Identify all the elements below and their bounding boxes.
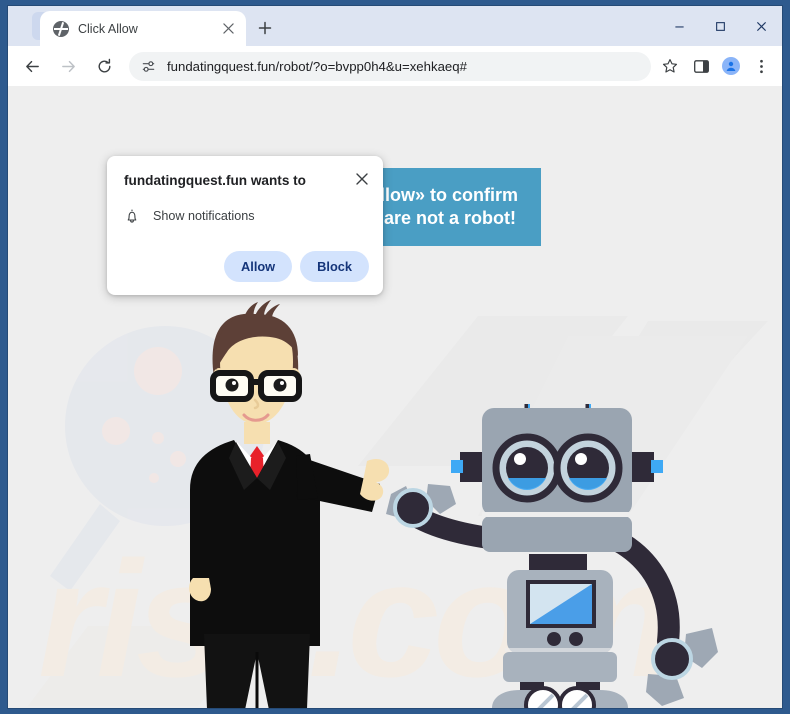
minimize-icon [675,25,684,28]
close-icon [356,173,368,185]
maximize-button[interactable] [700,6,741,46]
browser-menu-button[interactable] [746,51,776,81]
close-icon [756,21,767,31]
side-panel-icon [693,59,709,73]
cta-banner: Click «Allow» to confirm that you are no… [309,168,541,246]
three-dots-icon [759,59,763,73]
avatar [722,57,740,75]
notification-permission-dialog: fundatingquest.fun wants to Show notific… [107,156,383,295]
close-window-button[interactable] [741,6,782,46]
minimize-button[interactable] [659,6,700,46]
forward-button[interactable] [53,51,83,81]
new-tab-button[interactable] [252,15,278,41]
permission-label: Show notifications [153,209,255,223]
browser-tab[interactable]: Click Allow [40,11,246,46]
site-settings-icon[interactable] [136,54,161,79]
person-icon [726,61,736,71]
plus-icon [258,21,272,35]
back-button[interactable] [17,51,47,81]
permission-row: Show notifications [124,208,255,224]
bookmark-button[interactable] [657,53,683,79]
browser-toolbar: fundatingquest.fun/robot/?o=bvpp0h4&u=xe… [8,46,782,86]
reload-button[interactable] [89,51,119,81]
arrow-right-icon [61,60,75,72]
allow-button[interactable]: Allow [224,251,293,282]
block-button[interactable]: Block [300,251,369,282]
address-bar[interactable]: fundatingquest.fun/robot/?o=bvpp0h4&u=xe… [129,51,651,81]
sliders-icon [142,60,155,72]
close-icon [222,23,234,34]
globe-icon [53,20,69,37]
tab-title: Click Allow [78,21,138,36]
window-controls [659,6,782,46]
permission-actions: Allow Block [224,251,369,282]
close-tab-button[interactable] [218,19,238,39]
tab-strip: Click Allow [8,6,782,46]
url-text: fundatingquest.fun/robot/?o=bvpp0h4&u=xe… [167,58,467,74]
side-panel-button[interactable] [686,51,716,81]
page-viewport: risk.com «Allow» to confirm are not a ro… [8,86,782,708]
arrow-left-icon [25,60,39,72]
bell-icon [127,209,137,223]
profile-button[interactable] [716,51,746,81]
permission-dialog-title: fundatingquest.fun wants to [124,173,306,188]
browser-window: Click Allow fundatingquest.fun/robot/?o=… [8,6,782,708]
star-icon [662,59,678,73]
close-dialog-button[interactable] [350,167,374,191]
reload-icon [98,58,110,72]
maximize-icon [716,21,725,31]
